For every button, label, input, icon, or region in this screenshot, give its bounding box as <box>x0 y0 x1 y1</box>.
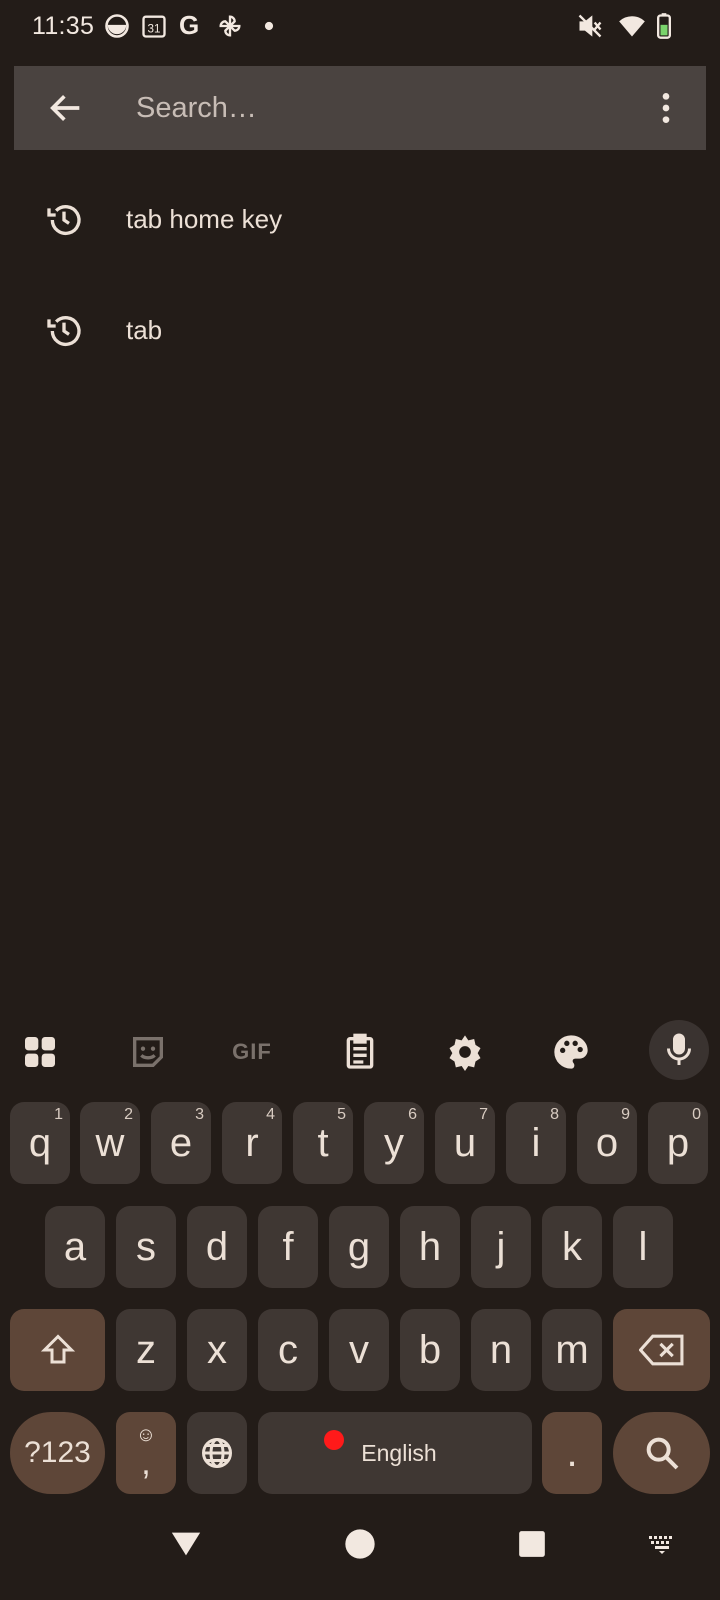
key-m[interactable]: m <box>542 1309 602 1391</box>
google-icon: G <box>179 10 200 40</box>
history-label: tab home key <box>126 204 283 234</box>
symbols-key[interactable]: ?123 <box>10 1412 105 1494</box>
key-w[interactable]: w2 <box>80 1102 140 1184</box>
calendar-icon: 31 <box>140 12 168 40</box>
key-x[interactable]: x <box>187 1309 247 1391</box>
keyboard: GIF q1 w2 e3 r4 t5 y6 u7 i8 o9 p0 a s d … <box>0 1010 720 1494</box>
key-s[interactable]: s <box>116 1206 176 1288</box>
comma-emoji-key[interactable]: ☺ , <box>116 1412 176 1494</box>
history-item[interactable]: tab <box>0 277 720 385</box>
weather-icon <box>103 12 131 40</box>
key-o[interactable]: o9 <box>577 1102 637 1184</box>
more-options-icon[interactable] <box>646 88 686 128</box>
clipboard-icon[interactable] <box>334 1026 386 1078</box>
history-icon <box>44 200 84 240</box>
search-bar <box>14 66 706 150</box>
space-key[interactable]: English <box>258 1412 532 1494</box>
sticker-icon[interactable] <box>122 1026 174 1078</box>
key-j[interactable]: j <box>471 1206 531 1288</box>
key-n[interactable]: n <box>471 1309 531 1391</box>
back-arrow-icon[interactable] <box>46 88 86 128</box>
key-e[interactable]: e3 <box>151 1102 211 1184</box>
key-g[interactable]: g <box>329 1206 389 1288</box>
key-d[interactable]: d <box>187 1206 247 1288</box>
battery-icon <box>650 12 678 40</box>
history-label: tab <box>126 315 163 345</box>
mute-icon <box>576 12 604 40</box>
key-z[interactable]: z <box>116 1309 176 1391</box>
period-key[interactable]: . <box>542 1412 602 1494</box>
apps-grid-icon[interactable] <box>14 1026 66 1078</box>
search-action-key[interactable] <box>613 1412 710 1494</box>
pinwheel-icon <box>216 12 244 40</box>
mic-icon[interactable] <box>649 1020 709 1080</box>
shift-key[interactable] <box>10 1309 105 1391</box>
navigation-bar <box>0 1490 720 1600</box>
history-icon <box>44 311 84 351</box>
keyboard-toolbar: GIF <box>0 1010 720 1094</box>
key-k[interactable]: k <box>542 1206 602 1288</box>
calendar-day: 31 <box>148 22 161 35</box>
shift-arrow-icon <box>40 1334 75 1364</box>
key-b[interactable]: b <box>400 1309 460 1391</box>
key-a[interactable]: a <box>45 1206 105 1288</box>
wifi-icon <box>618 12 646 40</box>
key-v[interactable]: v <box>329 1309 389 1391</box>
dot-icon <box>262 12 290 40</box>
search-input[interactable] <box>136 84 636 132</box>
key-y[interactable]: y6 <box>364 1102 424 1184</box>
history-item[interactable]: tab home key <box>0 166 720 274</box>
palette-icon[interactable] <box>545 1026 597 1078</box>
backspace-icon <box>638 1334 683 1366</box>
recording-dot-icon <box>324 1430 344 1450</box>
language-key[interactable] <box>187 1412 247 1494</box>
home-circle-icon[interactable] <box>334 1518 386 1570</box>
key-h[interactable]: h <box>400 1206 460 1288</box>
key-p[interactable]: p0 <box>648 1102 708 1184</box>
recents-square-icon[interactable] <box>506 1518 558 1570</box>
status-bar: 11:35 31 G <box>0 0 720 56</box>
key-f[interactable]: f <box>258 1206 318 1288</box>
key-c[interactable]: c <box>258 1309 318 1391</box>
space-label: English <box>361 1439 437 1466</box>
key-r[interactable]: r4 <box>222 1102 282 1184</box>
search-icon <box>646 1437 678 1470</box>
status-time: 11:35 <box>32 12 95 40</box>
settings-icon[interactable] <box>439 1026 491 1078</box>
key-i[interactable]: i8 <box>506 1102 566 1184</box>
key-u[interactable]: u7 <box>435 1102 495 1184</box>
key-q[interactable]: q1 <box>10 1102 70 1184</box>
back-triangle-icon[interactable] <box>160 1518 212 1570</box>
key-l[interactable]: l <box>613 1206 673 1288</box>
keyboard-switch-icon[interactable] <box>636 1518 688 1570</box>
backspace-key[interactable] <box>613 1309 710 1391</box>
key-t[interactable]: t5 <box>293 1102 353 1184</box>
globe-icon <box>202 1438 232 1468</box>
gif-button[interactable]: GIF <box>226 1026 278 1078</box>
comma-label: , <box>141 1444 151 1482</box>
